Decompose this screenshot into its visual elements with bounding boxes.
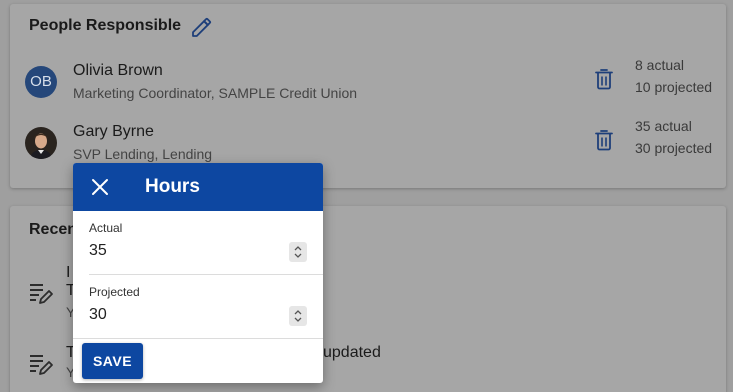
recent-item-title: I	[66, 264, 71, 281]
hours-projected: 30 projected	[635, 140, 713, 156]
dialog-title: Hours	[145, 176, 200, 197]
projected-field: Projected	[73, 275, 323, 339]
actual-stepper[interactable]	[289, 242, 307, 262]
close-icon[interactable]	[89, 176, 111, 198]
trash-icon[interactable]	[594, 129, 614, 151]
hours-projected: 10 projected	[635, 79, 713, 95]
person-row: OB Olivia Brown Marketing Coordinator, S…	[10, 57, 726, 114]
document-edit-icon	[30, 284, 53, 304]
hours-actual: 35 actual	[635, 118, 692, 134]
person-role: SVP Lending, Lending	[73, 146, 213, 162]
person-role: Marketing Coordinator, SAMPLE Credit Uni…	[73, 85, 358, 101]
actual-input[interactable]	[89, 239, 285, 263]
divider	[73, 338, 323, 339]
person-name: Olivia Brown	[73, 62, 163, 79]
projected-input[interactable]	[89, 303, 285, 327]
save-button[interactable]: SAVE	[82, 343, 143, 379]
recent-item-title-tail: updated	[323, 344, 381, 361]
avatar	[25, 127, 57, 159]
people-responsible-card: People Responsible OB Olivia Brown Marke…	[10, 4, 726, 188]
pencil-icon[interactable]	[190, 15, 214, 39]
actual-field: Actual	[73, 211, 323, 275]
hours-dialog: Hours Actual Projected SAVE	[73, 163, 323, 383]
avatar: OB	[25, 66, 57, 98]
projected-label: Projected	[89, 285, 140, 299]
trash-icon[interactable]	[594, 68, 614, 90]
hours-actual: 8 actual	[635, 57, 685, 73]
people-card-title: People Responsible	[29, 17, 182, 34]
dialog-header: Hours	[73, 163, 323, 211]
recent-card-title: Recen	[29, 221, 78, 238]
actual-label: Actual	[89, 221, 123, 235]
person-name: Gary Byrne	[73, 123, 154, 140]
document-edit-icon	[30, 355, 53, 375]
projected-stepper[interactable]	[289, 306, 307, 326]
